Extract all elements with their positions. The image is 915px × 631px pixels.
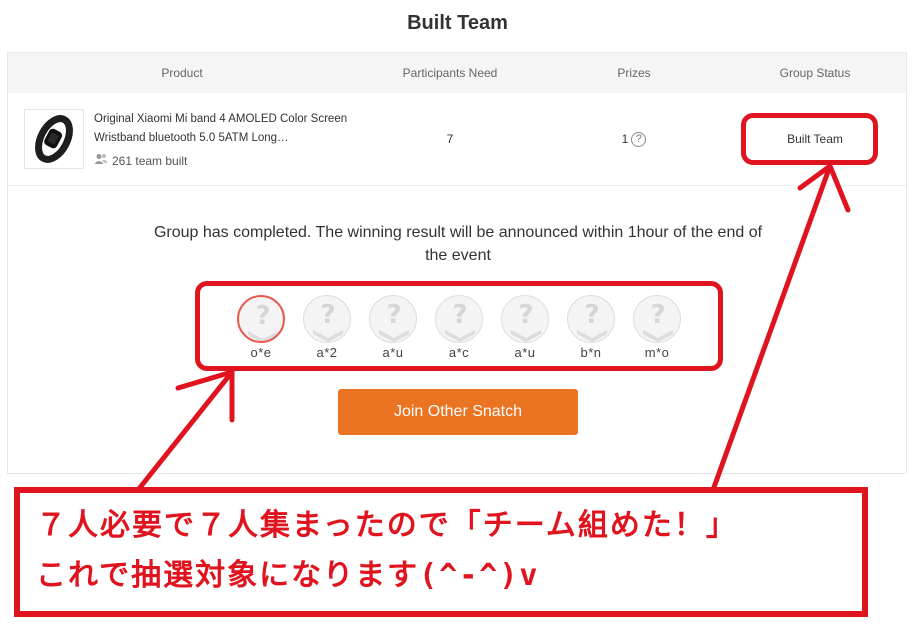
help-icon[interactable]: ? <box>631 132 647 148</box>
team-built-count: 261 team built <box>94 153 187 168</box>
prizes-value: 1 <box>621 132 629 146</box>
team-built-label: 261 team built <box>112 153 188 168</box>
annotation-line-2: これで抽選対象になります(^-^)v <box>36 558 540 593</box>
product-thumbnail[interactable] <box>24 109 84 169</box>
header-prizes: Prizes <box>617 66 651 80</box>
annotation-note: ７人必要で７人集まったので「チーム組めた！」 これで抽選対象になります(^-^)… <box>14 487 868 617</box>
participants-need-value: 7 <box>446 132 454 146</box>
prizes-cell: 1? <box>544 93 724 186</box>
completion-message: Group has completed. The winning result … <box>153 224 763 264</box>
header-status: Group Status <box>779 66 851 80</box>
product-name-link[interactable]: Original Xiaomi Mi band 4 AMOLED Color S… <box>94 110 354 148</box>
status-highlight-box <box>741 113 878 165</box>
participants-highlight-box <box>195 281 723 371</box>
join-other-snatch-button[interactable]: Join Other Snatch <box>338 389 578 435</box>
table-header: Product Participants Need Prizes Group S… <box>8 53 906 93</box>
annotation-line-1: ７人必要で７人集まったので「チーム組めた！」 <box>36 508 738 543</box>
header-product: Product <box>161 66 203 80</box>
people-icon <box>94 153 108 168</box>
page-title: Built Team <box>407 12 508 34</box>
header-participants: Participants Need <box>402 66 498 80</box>
